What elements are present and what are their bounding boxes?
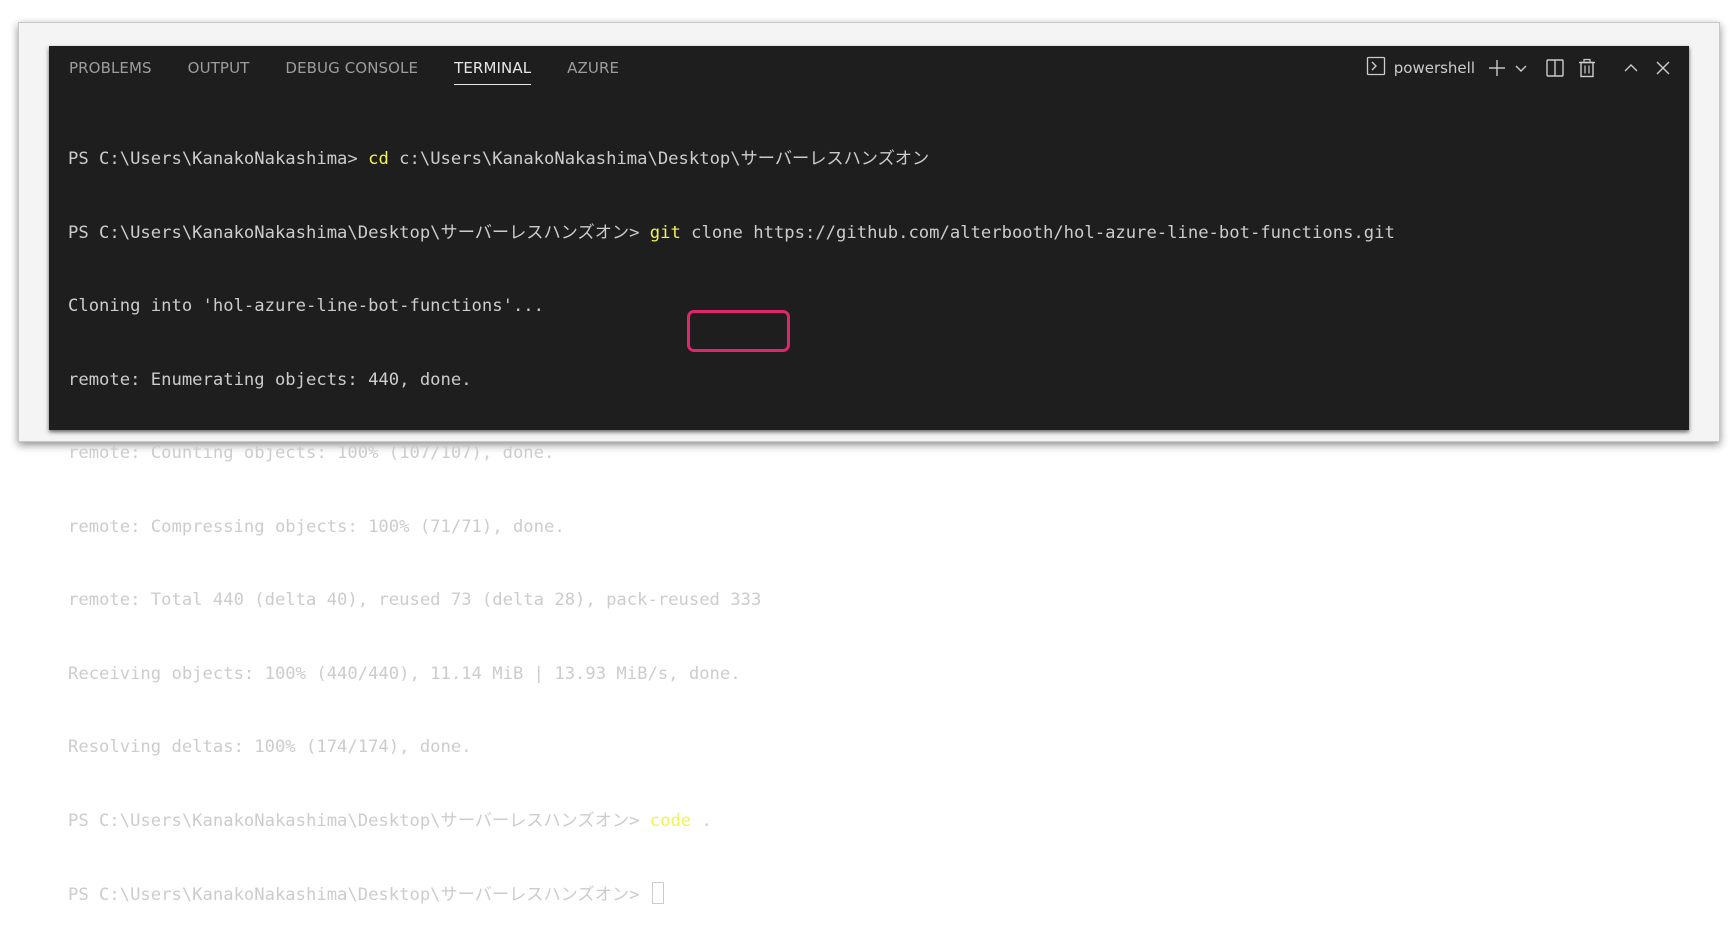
terminal-line: PS C:\Users\KanakoNakashima\Desktop\サーバー… xyxy=(68,221,1395,246)
tab-output[interactable]: OUTPUT xyxy=(188,46,250,90)
close-icon[interactable] xyxy=(1649,56,1677,80)
terminal-prompt: PS C:\Users\KanakoNakashima\Desktop\サーバー… xyxy=(68,885,650,905)
tab-problems[interactable]: PROBLEMS xyxy=(69,46,152,90)
tab-debug-console[interactable]: DEBUG CONSOLE xyxy=(285,46,418,90)
terminal-text: Cloning into 'hol-azure-line-bot-functio… xyxy=(68,296,544,316)
terminal-text: Resolving deltas: 100% (174/174), done. xyxy=(68,737,472,757)
terminal-line: PS C:\Users\KanakoNakashima\Desktop\サーバー… xyxy=(68,882,1395,907)
terminal-line: remote: Counting objects: 100% (107/107)… xyxy=(68,441,1395,466)
terminal-line: remote: Total 440 (delta 40), reused 73 … xyxy=(68,588,1395,613)
terminal-line: remote: Enumerating objects: 440, done. xyxy=(68,368,1395,393)
terminal-prompt: PS C:\Users\KanakoNakashima\Desktop\サーバー… xyxy=(68,810,650,831)
terminal-line: PS C:\Users\KanakoNakashima> cd c:\Users… xyxy=(68,147,1395,172)
tab-azure[interactable]: AZURE xyxy=(567,46,619,90)
terminal-text: remote: Counting objects: 100% (107/107)… xyxy=(68,443,555,463)
terminal-args: c:\Users\KanakoNakashima\Desktop\サーバーレスハ… xyxy=(388,149,930,169)
terminal-text: remote: Total 440 (delta 40), reused 73 … xyxy=(68,590,762,610)
shell-label: powershell xyxy=(1393,59,1475,77)
highlight-box xyxy=(687,310,790,352)
terminal-args: . xyxy=(691,810,712,831)
tab-terminal[interactable]: TERMINAL xyxy=(454,46,532,90)
panel-tabs: PROBLEMS OUTPUT DEBUG CONSOLE TERMINAL A… xyxy=(69,46,655,90)
chevron-down-icon[interactable] xyxy=(1513,56,1529,80)
terminal-command: code xyxy=(649,810,692,831)
terminal-line: Resolving deltas: 100% (174/174), done. xyxy=(68,735,1395,760)
terminal-text: Receiving objects: 100% (440/440), 11.14… xyxy=(68,663,741,684)
terminal-prompt: PS C:\Users\KanakoNakashima\Desktop\サーバー… xyxy=(68,222,650,243)
terminal-line: Receiving objects: 100% (440/440), 11.14… xyxy=(68,662,1395,687)
terminal-text: remote: Compressing objects: 100% (71/71… xyxy=(68,516,565,537)
terminal-command: git xyxy=(649,222,681,243)
panel-actions: powershell xyxy=(1366,46,1677,90)
terminal-cursor xyxy=(651,882,664,904)
chevron-up-icon[interactable] xyxy=(1617,56,1645,80)
terminal-command: cd xyxy=(368,149,389,169)
trash-icon[interactable] xyxy=(1573,56,1601,80)
screenshot-frame: PROBLEMS OUTPUT DEBUG CONSOLE TERMINAL A… xyxy=(18,22,1720,905)
plus-icon[interactable] xyxy=(1485,56,1509,80)
terminal-output[interactable]: PS C:\Users\KanakoNakashima> cd c:\Users… xyxy=(68,98,1395,928)
terminal-line: PS C:\Users\KanakoNakashima\Desktop\サーバー… xyxy=(68,809,1395,834)
split-icon[interactable] xyxy=(1541,56,1569,80)
terminal-prompt: PS C:\Users\KanakoNakashima> xyxy=(68,149,369,169)
terminal-icon xyxy=(1366,56,1386,80)
terminal-selector[interactable]: powershell xyxy=(1366,56,1475,80)
terminal-text: remote: Enumerating objects: 440, done. xyxy=(68,369,472,390)
terminal-args: clone https://github.com/alterbooth/hol-… xyxy=(680,222,1395,243)
terminal-panel: PROBLEMS OUTPUT DEBUG CONSOLE TERMINAL A… xyxy=(49,46,1689,905)
terminal-line: remote: Compressing objects: 100% (71/71… xyxy=(68,515,1395,540)
